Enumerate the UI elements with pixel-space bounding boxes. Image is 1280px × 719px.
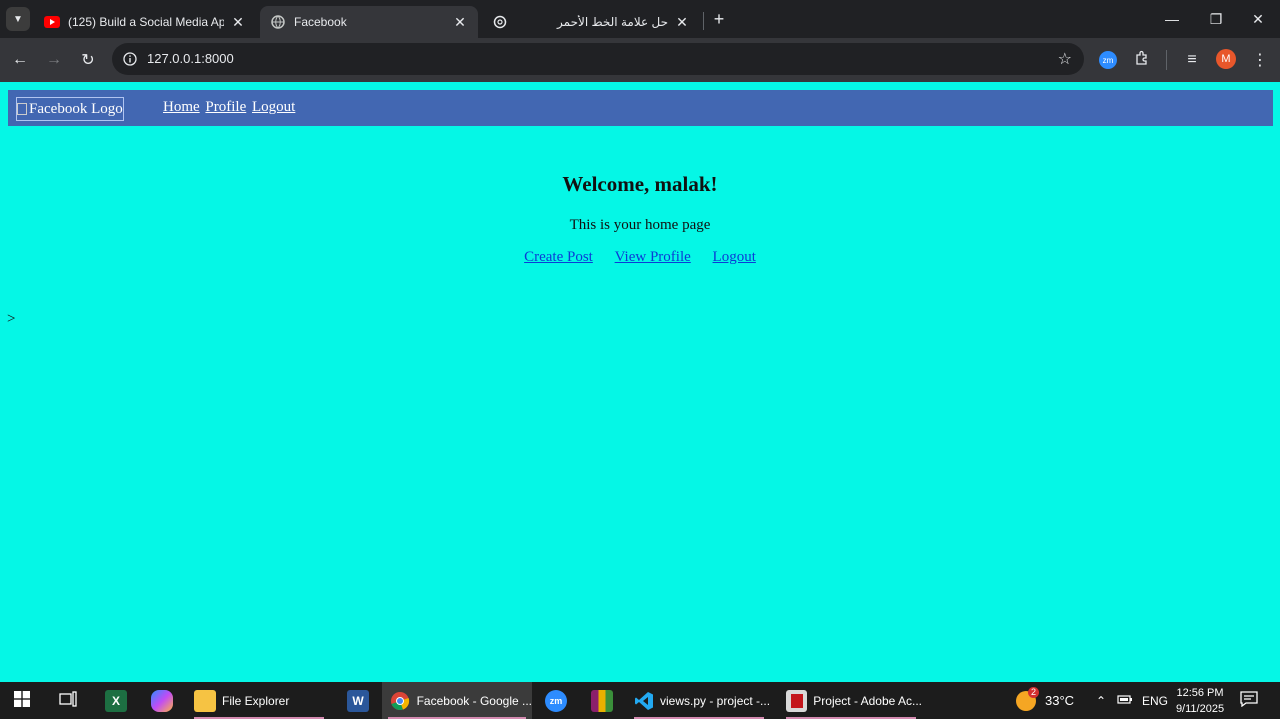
tab-title: (125) Build a Social Media App bbox=[68, 15, 224, 29]
back-button[interactable]: ← bbox=[6, 46, 34, 74]
close-icon[interactable]: ✕ bbox=[452, 14, 468, 30]
minimize-button[interactable]: — bbox=[1150, 0, 1194, 38]
windows-icon bbox=[14, 691, 30, 710]
date-text: 9/11/2025 bbox=[1175, 703, 1225, 715]
folder-icon bbox=[194, 689, 216, 712]
taskbar-label: File Explorer bbox=[222, 693, 290, 708]
weather-widget[interactable]: 2 33°C bbox=[1016, 682, 1074, 719]
restore-button[interactable]: ❐ bbox=[1194, 0, 1238, 38]
forward-button[interactable]: → bbox=[40, 46, 68, 74]
pdf-icon bbox=[786, 689, 808, 712]
reload-button[interactable]: ↻ bbox=[74, 46, 102, 74]
nav-profile-link[interactable]: Profile bbox=[205, 99, 246, 115]
copilot-icon bbox=[151, 689, 173, 712]
zoom-extension-button[interactable]: zm bbox=[1094, 46, 1122, 74]
home-subtitle: This is your home page bbox=[569, 217, 711, 233]
queue-music-icon: ≡ bbox=[1187, 51, 1197, 68]
puzzle-icon bbox=[1134, 50, 1150, 71]
tab-strip: ▼ (125) Build a Social Media App ✕ Faceb… bbox=[0, 0, 1280, 38]
logo-alt-text: Facebook Logo bbox=[29, 100, 123, 117]
nav-links: Home Profile Logout bbox=[163, 99, 297, 116]
vscode-button[interactable]: views.py - project -... bbox=[628, 682, 770, 719]
chatgpt-icon bbox=[492, 14, 508, 30]
tab-title: حل علامة الخط الأحمر bbox=[557, 15, 668, 29]
browser-toolbar: ← → ↻ 127.0.0.1:8000 ☆ zm ≡ ⋮ bbox=[0, 38, 1280, 82]
globe-icon bbox=[270, 14, 286, 30]
site-navbar: Facebook Logo Home Profile Logout bbox=[8, 90, 1273, 126]
battery-status[interactable] bbox=[1117, 682, 1133, 719]
word-icon: W bbox=[347, 689, 369, 712]
zoom-app-button[interactable]: zm bbox=[542, 682, 570, 719]
nav-home-link[interactable]: Home bbox=[163, 99, 200, 115]
taskbar-label: Project - Adobe Ac... bbox=[813, 693, 922, 708]
vscode-icon bbox=[634, 690, 654, 712]
welcome-heading: Welcome, malak! bbox=[562, 172, 718, 196]
reload-icon: ↻ bbox=[81, 52, 95, 69]
chevron-up-icon: ⌃ bbox=[1096, 693, 1107, 708]
copilot-button[interactable] bbox=[148, 682, 176, 719]
chrome-icon bbox=[390, 690, 411, 712]
star-icon[interactable]: ☆ bbox=[1058, 49, 1072, 69]
excel-icon: X bbox=[105, 689, 127, 712]
chevron-down-icon: ▼ bbox=[13, 13, 23, 25]
toolbar-separator bbox=[1166, 50, 1167, 70]
language-text: ENG bbox=[1142, 693, 1169, 708]
profile-avatar[interactable]: M bbox=[1216, 49, 1236, 69]
notifications-button[interactable] bbox=[1240, 682, 1258, 719]
arrow-right-icon: → bbox=[46, 51, 62, 68]
close-window-button[interactable]: ✕ bbox=[1236, 0, 1280, 38]
show-hidden-icons-button[interactable]: ⌃ bbox=[1096, 682, 1106, 719]
youtube-icon bbox=[44, 14, 60, 30]
winrar-icon bbox=[591, 689, 613, 712]
time-text: 12:56 PM bbox=[1176, 687, 1224, 699]
taskbar-label: Facebook - Google ... bbox=[416, 693, 532, 708]
weather-sun-icon: 2 bbox=[1016, 686, 1039, 711]
tab-chatgpt[interactable]: حل علامة الخط الأحمر ✕ bbox=[482, 6, 700, 38]
temperature-text: 33°C bbox=[1045, 693, 1075, 708]
stray-text: > bbox=[7, 311, 16, 327]
taskbar: X File Explorer W Facebook - Google ... … bbox=[0, 682, 1280, 719]
winrar-button[interactable] bbox=[588, 682, 616, 719]
acrobat-button[interactable]: Project - Adobe Ac... bbox=[780, 682, 922, 719]
excel-button[interactable]: X bbox=[102, 682, 130, 719]
language-indicator[interactable]: ENG bbox=[1142, 682, 1168, 719]
menu-button[interactable]: ⋮ bbox=[1246, 46, 1274, 74]
logout-link[interactable]: Logout bbox=[713, 249, 756, 265]
close-icon[interactable]: ✕ bbox=[230, 14, 246, 30]
tab-separator bbox=[703, 12, 704, 30]
media-controls-button[interactable]: ≡ bbox=[1178, 46, 1206, 74]
broken-image-icon bbox=[17, 103, 27, 115]
arrow-left-icon: ← bbox=[12, 51, 28, 68]
taskbar-label: views.py - project -... bbox=[660, 693, 771, 708]
tab-title: Facebook bbox=[294, 15, 347, 29]
site-logo[interactable]: Facebook Logo bbox=[16, 97, 124, 121]
extensions-button[interactable] bbox=[1128, 46, 1156, 74]
zoom-icon: zm bbox=[1099, 51, 1117, 69]
new-tab-button[interactable]: + bbox=[708, 8, 730, 30]
weather-badge: 2 bbox=[1028, 686, 1039, 698]
file-explorer-button[interactable]: File Explorer bbox=[188, 682, 330, 719]
address-bar[interactable]: 127.0.0.1:8000 ☆ bbox=[112, 43, 1084, 75]
view-profile-link[interactable]: View Profile bbox=[615, 249, 691, 265]
start-button[interactable] bbox=[8, 682, 36, 719]
notification-icon bbox=[1240, 691, 1258, 710]
tab-search-button[interactable]: ▼ bbox=[6, 7, 30, 31]
action-links: Create Post View Profile Logout bbox=[0, 249, 1280, 266]
word-button[interactable]: W bbox=[344, 682, 372, 719]
close-icon[interactable]: ✕ bbox=[674, 14, 690, 30]
chrome-button[interactable]: Facebook - Google ... bbox=[382, 682, 532, 719]
tab-facebook[interactable]: Facebook ✕ bbox=[260, 6, 478, 38]
nav-logout-link[interactable]: Logout bbox=[252, 99, 295, 115]
more-vert-icon: ⋮ bbox=[1252, 52, 1268, 69]
web-page: Facebook Logo Home Profile Logout Welcom… bbox=[0, 82, 1280, 682]
url-text: 127.0.0.1:8000 bbox=[147, 51, 234, 66]
battery-icon bbox=[1117, 693, 1133, 708]
task-view-icon bbox=[59, 691, 77, 710]
site-info-icon[interactable] bbox=[120, 49, 140, 69]
zoom-app-icon: zm bbox=[545, 689, 567, 712]
task-view-button[interactable] bbox=[54, 682, 82, 719]
create-post-link[interactable]: Create Post bbox=[524, 249, 593, 265]
tab-youtube[interactable]: (125) Build a Social Media App ✕ bbox=[34, 6, 256, 38]
clock[interactable]: 12:56 PM 9/11/2025 bbox=[1168, 685, 1232, 717]
